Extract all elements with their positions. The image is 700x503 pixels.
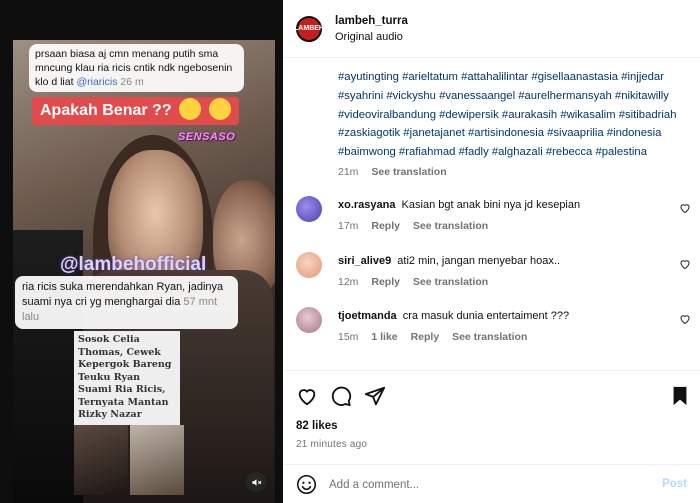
comment-avatar[interactable]: [296, 196, 322, 222]
caption-top-mention: @riaricis: [76, 76, 118, 88]
news-thumbnail: [130, 425, 184, 495]
comment-see-translation[interactable]: See translation: [413, 276, 488, 288]
comment-avatar[interactable]: [296, 307, 322, 333]
comment-reply-button[interactable]: Reply: [371, 276, 400, 288]
banner-text: Apakah Benar ??: [40, 102, 172, 119]
comment-see-translation[interactable]: See translation: [452, 331, 527, 343]
comment-see-translation[interactable]: See translation: [413, 220, 488, 232]
add-comment-bar: Post: [283, 464, 700, 503]
comment-like-heart-icon[interactable]: [679, 313, 691, 325]
audio-link[interactable]: Original audio: [335, 31, 408, 43]
comment-text: Kasian bgt anak bini nya jd kesepian: [401, 199, 581, 211]
news-thumbnails: [74, 425, 184, 495]
sensaso-sticker: SENSASO: [178, 131, 236, 143]
avatar-logo-text: LAMBEH: [294, 25, 324, 32]
instagram-post-modal: prsaan biasa aj cmn menang putih sma mnc…: [0, 0, 700, 503]
comment-reply-button[interactable]: Reply: [371, 220, 400, 232]
post-media-panel[interactable]: prsaan biasa aj cmn menang putih sma mnc…: [0, 0, 283, 503]
video-caption-bottom: ria ricis suka merendahkan Ryan, jadinya…: [15, 276, 238, 329]
post-caption-hashtags[interactable]: #ayutingting #arieltatum #attahalilintar…: [338, 68, 678, 162]
video-caption-top: prsaan biasa aj cmn menang putih sma mnc…: [29, 44, 244, 92]
shocked-emoji-icon: [179, 97, 202, 120]
caption-see-translation[interactable]: See translation: [371, 166, 446, 178]
comment-reply-button[interactable]: Reply: [411, 331, 440, 343]
likes-count[interactable]: 82 likes: [296, 420, 338, 432]
share-send-icon[interactable]: [364, 385, 386, 407]
comment-like-heart-icon[interactable]: [679, 202, 691, 214]
speaker-muted-icon: [251, 478, 261, 486]
comment-time: 17m: [338, 220, 359, 232]
emoji-smiley-icon[interactable]: [296, 474, 317, 495]
post-header: LAMBEH lambeh_turra Original audio: [283, 0, 700, 58]
comment-avatar[interactable]: [296, 252, 322, 278]
comment-body: siri_alive9 ati2 min, jangan menyebar ho…: [338, 254, 658, 268]
save-bookmark-icon[interactable]: [669, 385, 691, 407]
comment-meta: 17m Reply See translation: [338, 220, 498, 232]
post-actions-section: 82 likes 21 minutes ago Post: [283, 370, 700, 503]
mute-button[interactable]: [246, 472, 266, 492]
comment-text: ati2 min, jangan menyebar hoax..: [397, 255, 560, 267]
account-username[interactable]: lambeh_turra: [335, 15, 408, 27]
like-heart-icon[interactable]: [296, 385, 318, 407]
comment-body: tjoetmanda cra masuk dunia entertaiment …: [338, 309, 658, 323]
shocked-emoji-icon: [208, 97, 231, 120]
header-info: lambeh_turra Original audio: [335, 15, 408, 43]
comment-meta: 12m Reply See translation: [338, 276, 498, 288]
post-timestamp: 21 minutes ago: [296, 439, 368, 450]
video-banner: Apakah Benar ??: [32, 97, 239, 125]
post-details-panel: LAMBEH lambeh_turra Original audio #ayut…: [283, 0, 700, 503]
comment-username[interactable]: siri_alive9: [338, 255, 391, 267]
action-icons-row: [296, 385, 691, 409]
comment-meta: 15m 1 like Reply See translation: [338, 331, 537, 343]
comment-like-heart-icon[interactable]: [679, 258, 691, 270]
comment-text: cra masuk dunia entertaiment ???: [402, 310, 570, 322]
caption-time: 21m: [338, 166, 359, 178]
comment-like-count[interactable]: 1 like: [371, 331, 397, 343]
comment-time: 15m: [338, 331, 359, 343]
account-avatar[interactable]: LAMBEH: [294, 15, 324, 42]
caption-meta: 21m See translation: [338, 166, 457, 178]
comment-username[interactable]: tjoetmanda: [338, 310, 397, 322]
comment-time: 12m: [338, 276, 359, 288]
comment-body: xo.rasyana Kasian bgt anak bini nya jd k…: [338, 198, 658, 212]
comment-username[interactable]: xo.rasyana: [338, 199, 395, 211]
news-headline-card: Sosok Celia Thomas, Cewek Kepergok Baren…: [74, 331, 180, 425]
news-thumbnail: [74, 425, 128, 495]
add-comment-input[interactable]: [329, 474, 629, 496]
video-watermark: @lambehofficial: [60, 254, 207, 275]
comment-bubble-icon[interactable]: [330, 385, 352, 407]
post-comment-button[interactable]: Post: [662, 478, 687, 490]
caption-top-time: 26 m: [120, 76, 144, 88]
